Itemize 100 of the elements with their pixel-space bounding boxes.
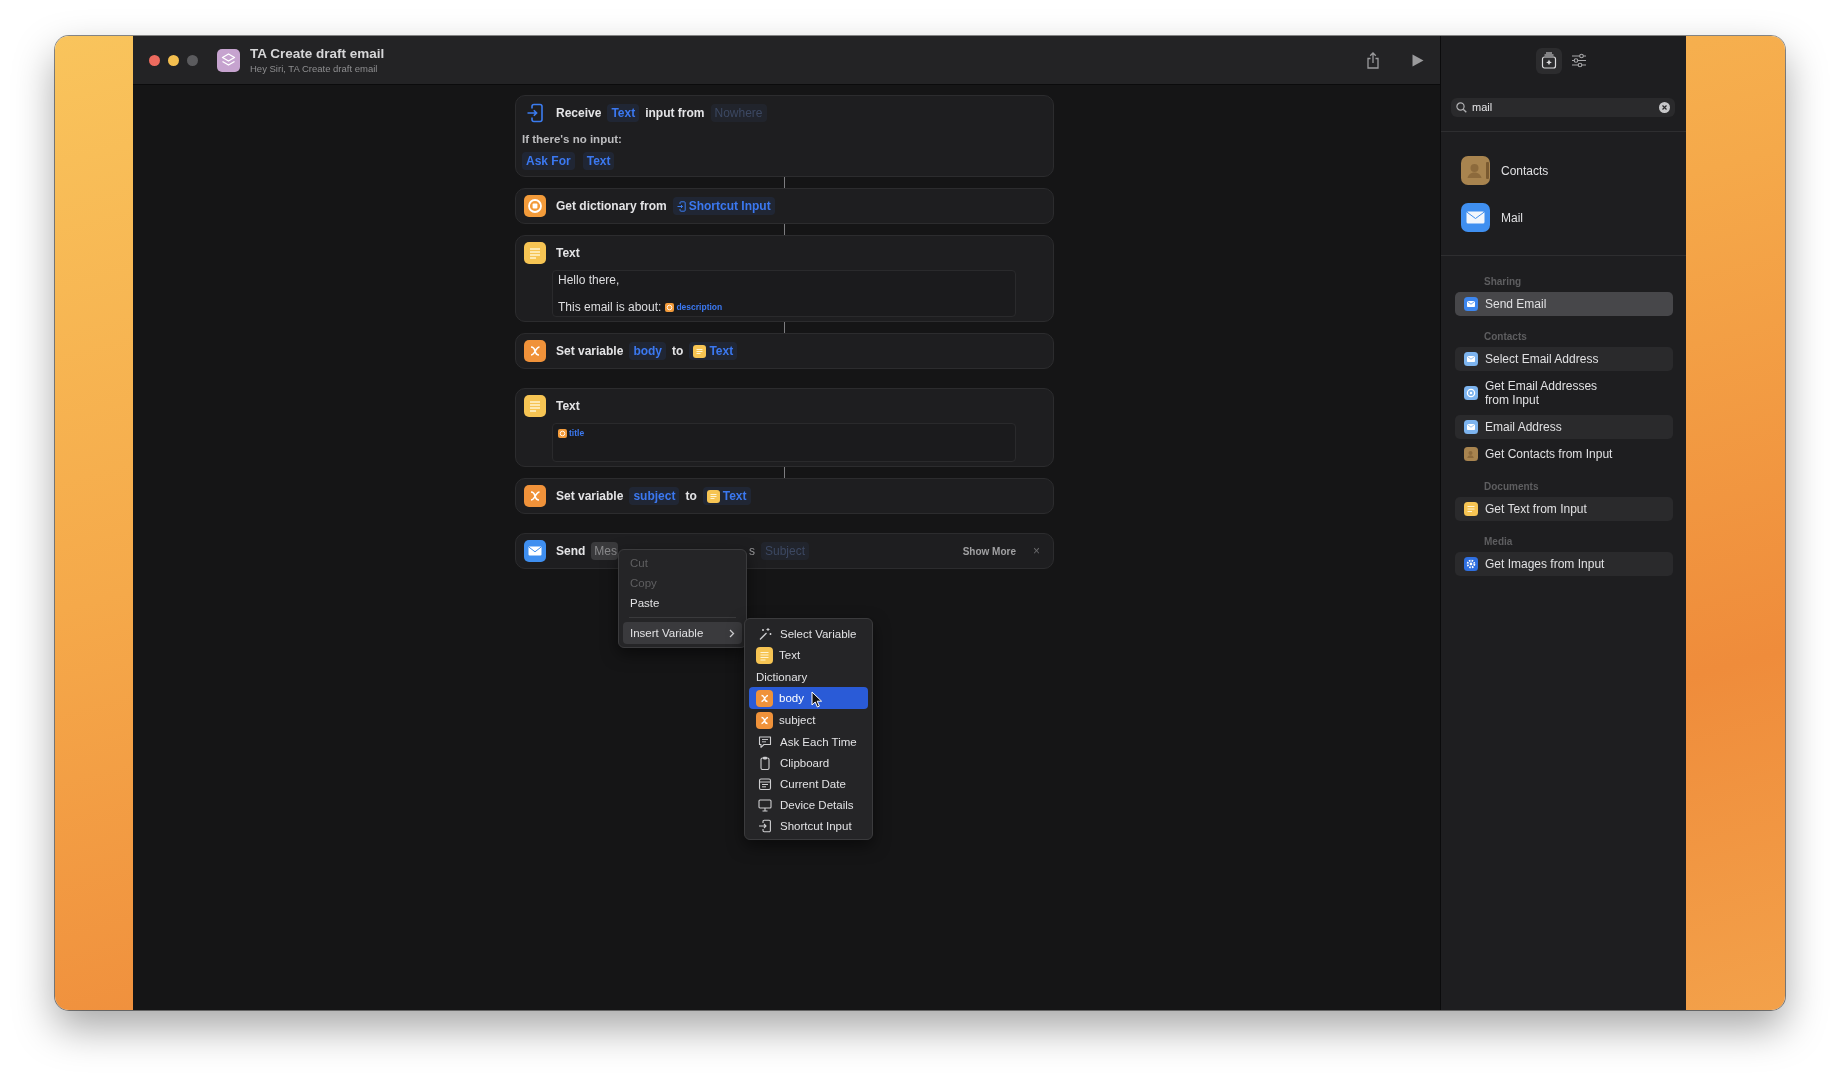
sliders-icon [1570, 53, 1587, 68]
variable-token[interactable]: Shortcut Input [672, 197, 775, 215]
section-heading: Media [1483, 535, 1514, 549]
action-row[interactable]: Get Images from Input [1455, 552, 1673, 576]
menu-item[interactable]: body [749, 687, 868, 709]
text-lines-icon [756, 646, 773, 664]
clipboard-icon [758, 755, 772, 770]
envelope-icon [1464, 420, 1478, 434]
text-lines-icon [693, 344, 707, 358]
menu-item[interactable]: Dictionary [749, 666, 868, 687]
fallback-label: If there's no input: [522, 132, 623, 146]
action-row[interactable]: Get Text from Input [1455, 497, 1673, 521]
connector-line [784, 322, 785, 333]
window-title: TA Create draft email [250, 46, 385, 62]
action-label: Receive [556, 106, 602, 120]
text-field[interactable]: Hello there, This email is about: description [552, 270, 1016, 317]
run-button[interactable] [1412, 53, 1424, 67]
library-icon [1540, 52, 1557, 69]
ring-icon [558, 428, 567, 438]
menu-item[interactable]: Paste [623, 593, 742, 613]
action-label: Get dictionary from [556, 199, 667, 213]
connector-line [784, 177, 785, 188]
ring-icon [665, 302, 675, 312]
action-label: to [672, 344, 684, 358]
action-label: Set variable [556, 344, 624, 358]
variable-token[interactable]: title [558, 426, 585, 440]
calendar-icon [758, 776, 772, 791]
speech-bubble-icon [758, 734, 772, 749]
section-heading: Documents [1483, 480, 1540, 494]
app-row[interactable]: Contacts [1461, 156, 1686, 185]
menu-item[interactable]: Text [749, 644, 868, 666]
envelope-icon [1464, 297, 1478, 311]
section-heading: Sharing [1483, 275, 1523, 289]
parameter-token[interactable]: Ask For [522, 152, 575, 170]
parameter-token[interactable]: body [629, 342, 667, 360]
clear-icon[interactable] [1659, 102, 1670, 113]
action-label: Send [556, 544, 586, 558]
book-icon [1461, 156, 1490, 185]
menu-item[interactable]: Shortcut Input [749, 815, 868, 836]
action-row[interactable]: Send Email [1455, 292, 1673, 316]
variable-token[interactable]: Text [702, 487, 751, 505]
parameter-token[interactable]: Text [607, 104, 640, 122]
action-label: input from [645, 106, 705, 120]
menu-item[interactable]: Device Details [749, 794, 868, 815]
search-icon [1456, 102, 1467, 113]
minimize-icon[interactable] [168, 54, 179, 66]
variable-x-icon [524, 485, 546, 507]
book-icon [1464, 447, 1478, 461]
app-row[interactable]: Mail [1461, 203, 1686, 232]
text-field[interactable]: title [552, 423, 1016, 462]
parameter-token[interactable]: subject [629, 487, 680, 505]
window-subtitle: Hey Siri, TA Create draft email [250, 63, 379, 74]
body-text: Hello there, [558, 273, 620, 287]
action-row[interactable]: Get Email Addresses from Input [1455, 374, 1673, 412]
text-lines-icon [706, 489, 720, 503]
action-row[interactable]: Select Email Address [1455, 347, 1673, 371]
text-lines-icon [524, 395, 546, 417]
library-tab[interactable] [1535, 47, 1562, 74]
show-more-link[interactable]: Show More [962, 545, 1016, 557]
ring-icon [524, 195, 546, 217]
envelope-icon [524, 540, 546, 562]
variable-x-icon [756, 689, 773, 707]
note-icon [1464, 502, 1478, 516]
pointer-cursor-icon [811, 691, 822, 708]
connector-line [784, 224, 785, 235]
body-text: This email is about: [558, 300, 662, 314]
close-icon[interactable] [149, 54, 160, 66]
action-row[interactable]: Email Address [1455, 415, 1673, 439]
sparkle-wand-icon [758, 626, 772, 641]
layers-icon [217, 48, 240, 72]
section-heading: Contacts [1483, 330, 1528, 344]
action-label: Text [556, 399, 580, 413]
menu-item[interactable]: Current Date [749, 773, 868, 794]
menu-item[interactable]: Ask Each Time [749, 731, 868, 752]
action-label: Set variable [556, 489, 624, 503]
variable-token[interactable]: Text [689, 342, 738, 360]
action-row[interactable]: Get Contacts from Input [1455, 442, 1673, 466]
ring-icon [1464, 386, 1478, 400]
action-label: s [749, 544, 755, 558]
menu-item[interactable]: Clipboard [749, 752, 868, 773]
variable-x-icon [756, 711, 773, 729]
search-field[interactable]: mail [1451, 98, 1675, 117]
monitor-icon [758, 797, 772, 812]
gear-icon [1464, 557, 1478, 571]
variable-x-icon [524, 340, 546, 362]
menu-item[interactable]: subject [749, 709, 868, 731]
share-icon [1366, 51, 1380, 69]
envelope-icon [1461, 203, 1490, 232]
action-label: to [685, 489, 697, 503]
play-icon [1412, 53, 1424, 67]
variable-token[interactable]: description [665, 300, 723, 314]
action-label: Text [556, 246, 580, 260]
chevron-icon [729, 628, 735, 638]
parameter-token[interactable]: Text [582, 152, 615, 170]
connector-line [784, 467, 785, 478]
text-lines-icon [524, 242, 546, 264]
menu-item[interactable]: Insert Variable [623, 622, 742, 644]
envelope-icon [1464, 352, 1478, 366]
menu-item[interactable]: Select Variable [749, 623, 868, 644]
share-button[interactable] [1366, 51, 1380, 69]
